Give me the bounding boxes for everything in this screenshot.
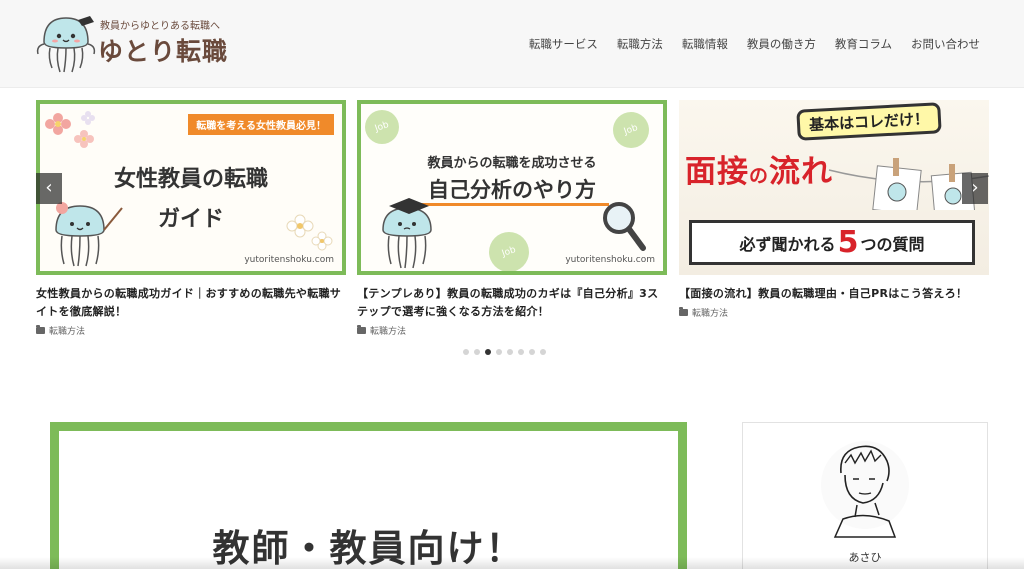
flower-decoration-icon xyxy=(45,111,95,148)
thumb-heading: 面接の流れ xyxy=(685,146,833,191)
site-logo[interactable]: 教員からゆとりある転職へ ゆとり転職 xyxy=(34,12,234,76)
nav-item-tenshoku-info[interactable]: 転職情報 xyxy=(682,36,728,52)
nav-item-tenshoku-method[interactable]: 転職方法 xyxy=(617,36,663,52)
thumb-heading-a: 面接 xyxy=(685,154,749,190)
thumb-top-label: 基本はコレだけ！ xyxy=(796,102,942,141)
folder-icon xyxy=(36,325,45,334)
carousel-dot[interactable] xyxy=(507,349,513,355)
card-title[interactable]: 【テンプレあり】教員の転職成功のカギは『自己分析』3ステップで選考に強くなる方法… xyxy=(357,285,667,321)
jellyfish-mascot-icon xyxy=(36,16,96,73)
bubble-label: Job xyxy=(373,119,391,135)
main-nav: 転職サービス 転職方法 転職情報 教員の働き方 教育コラム お問い合わせ xyxy=(529,36,980,52)
carousel-next-button[interactable]: › xyxy=(962,173,988,204)
nav-item-tenshoku-service[interactable]: 転職サービス xyxy=(529,36,598,52)
jellyfish-teacher-icon xyxy=(55,202,123,267)
carousel-dot[interactable] xyxy=(463,349,469,355)
thumb-badge: 転職を考える女性教員必見！ xyxy=(188,114,334,135)
feature-banner[interactable]: 教師・教員向け！ xyxy=(50,422,687,569)
carousel-dot[interactable] xyxy=(518,349,524,355)
carousel-dots xyxy=(463,349,546,355)
carousel-dot-active[interactable] xyxy=(485,349,491,355)
thumb-url: yutoritenshoku.com xyxy=(244,255,334,265)
carousel-prev-button[interactable]: ‹ xyxy=(36,173,62,204)
thumb-heading-b: の xyxy=(749,165,770,187)
thumb-bottom-b: つの質問 xyxy=(860,234,925,254)
author-avatar xyxy=(821,441,909,538)
nav-item-contact[interactable]: お問い合わせ xyxy=(911,36,980,52)
job-bubble-icon: Job xyxy=(489,232,529,271)
card-category-label: 転職方法 xyxy=(370,327,407,337)
bubble-label: Job xyxy=(500,244,518,260)
logo-name: ゆとり転職 xyxy=(98,37,229,66)
profile-widget: あさひ xyxy=(742,422,988,569)
thumb-url: yutoritenshoku.com xyxy=(565,255,655,265)
bubble-label: Job xyxy=(622,122,640,138)
nav-item-teacher-work[interactable]: 教員の働き方 xyxy=(747,36,816,52)
card-title[interactable]: 【面接の流れ】教員の転職理由・自己PRはこう答えろ！ xyxy=(679,285,989,303)
logo-tagline: 教員からゆとりある転職へ xyxy=(100,21,220,32)
carousel-card[interactable]: 転職を考える女性教員必見！ 女性教員の転職 ガイド yutoritenshoku… xyxy=(36,100,346,337)
nav-item-education-column[interactable]: 教育コラム xyxy=(835,36,892,52)
carousel-dot[interactable] xyxy=(474,349,480,355)
card-category[interactable]: 転職方法 xyxy=(679,306,989,319)
viewport-shadow xyxy=(0,557,1024,569)
carousel-dot[interactable] xyxy=(496,349,502,355)
article-carousel: 転職を考える女性教員必見！ 女性教員の転職 ガイド yutoritenshoku… xyxy=(0,100,1024,362)
carousel-dot[interactable] xyxy=(529,349,535,355)
card-category[interactable]: 転職方法 xyxy=(357,324,667,337)
thumb-heading-c: 流れ xyxy=(769,154,834,190)
thumb-subheading: 教員からの転職を成功させる xyxy=(427,156,597,171)
carousel-card[interactable]: Job Job Job 教員からの転職を成功させる 自己分析のやり方 yutor… xyxy=(357,100,667,337)
folder-icon xyxy=(679,307,688,316)
site-header: 教員からゆとりある転職へ ゆとり転職 転職サービス 転職方法 転職情報 教員の働… xyxy=(0,0,1024,88)
card-thumbnail[interactable]: 基本はコレだけ！ 面接の流れ 必ず聞かれる 5 つの質問 xyxy=(679,100,989,275)
card-category-label: 転職方法 xyxy=(692,309,729,319)
job-bubble-icon: Job xyxy=(365,110,399,144)
carousel-dot[interactable] xyxy=(540,349,546,355)
thumb-bottom-a: 必ず聞かれる xyxy=(739,234,836,254)
job-bubble-icon: Job xyxy=(613,112,649,148)
daisy-decoration-icon xyxy=(286,214,333,251)
magnifier-icon xyxy=(603,202,646,251)
card-title[interactable]: 女性教員からの転職成功ガイド｜おすすめの転職先や転職サイトを徹底解説！ xyxy=(36,285,346,321)
folder-icon xyxy=(357,325,366,334)
card-thumbnail[interactable]: 転職を考える女性教員必見！ 女性教員の転職 ガイド yutoritenshoku… xyxy=(36,100,346,275)
card-thumbnail[interactable]: Job Job Job 教員からの転職を成功させる 自己分析のやり方 yutor… xyxy=(357,100,667,275)
thumb-bottom-num: 5 xyxy=(837,225,859,260)
carousel-card[interactable]: 基本はコレだけ！ 面接の流れ 必ず聞かれる 5 つの質問 【面接の流れ】教員の転… xyxy=(679,100,989,319)
card-category[interactable]: 転職方法 xyxy=(36,324,346,337)
jellyfish-graduate-icon xyxy=(382,198,432,269)
card-category-label: 転職方法 xyxy=(49,327,86,337)
thumb-bottom-banner: 必ず聞かれる 5 つの質問 xyxy=(689,220,975,265)
